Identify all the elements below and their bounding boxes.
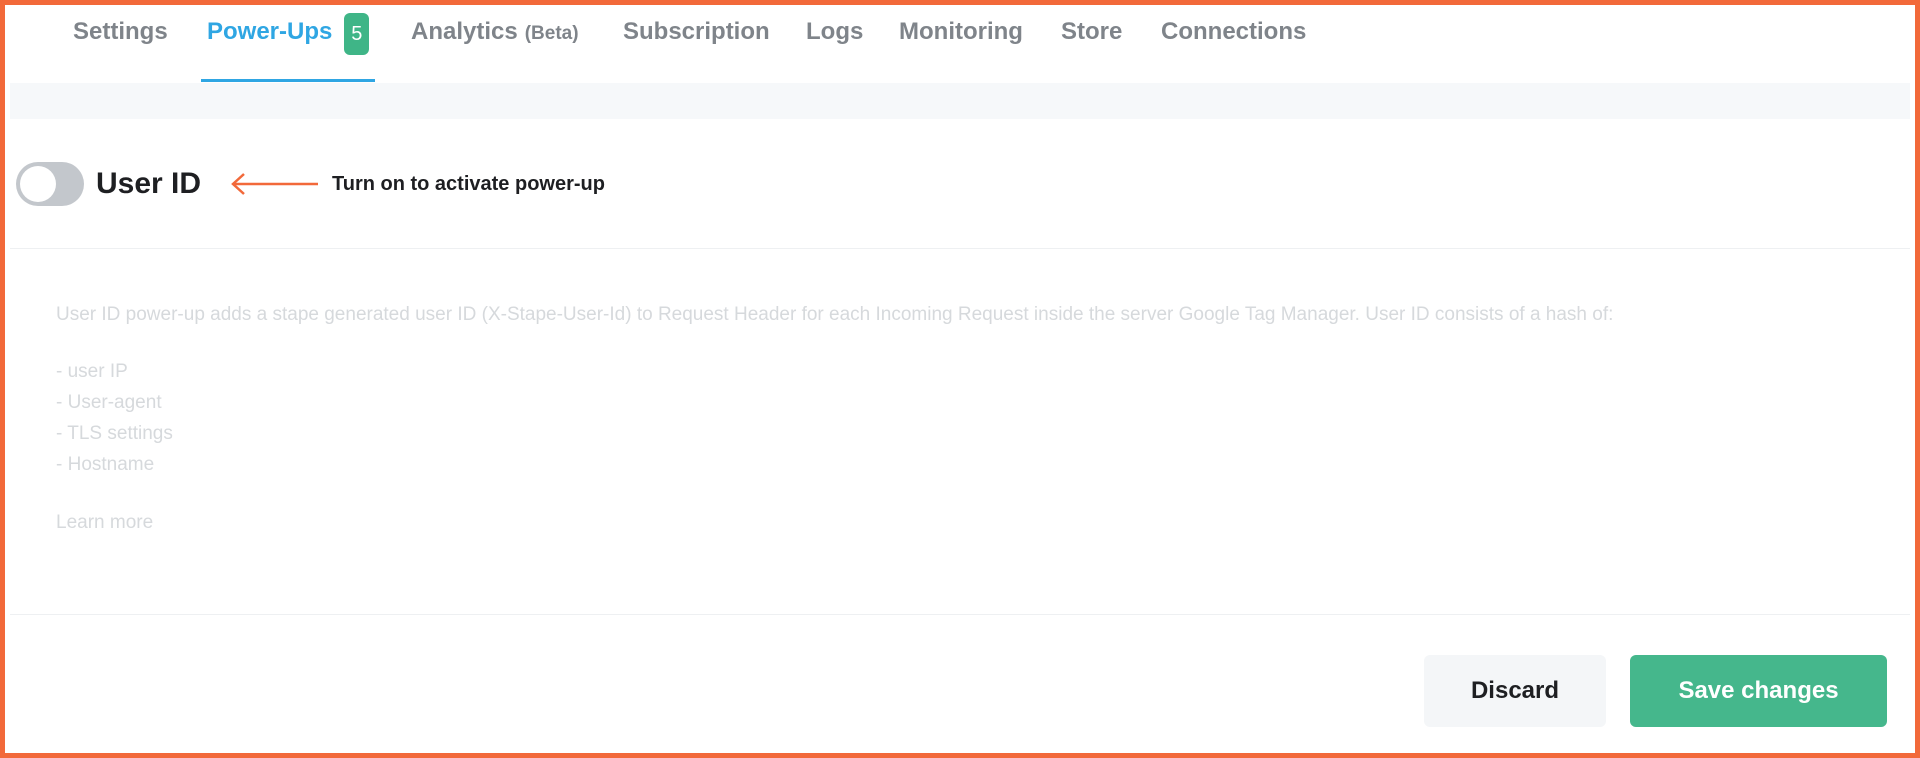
arrow-left-icon <box>231 173 318 195</box>
activation-hint: Turn on to activate power-up <box>332 173 605 195</box>
tab-settings-label: Settings <box>73 18 168 45</box>
discard-button[interactable]: Discard <box>1424 655 1606 727</box>
tab-logs[interactable]: Logs <box>806 5 863 82</box>
tab-analytics[interactable]: Analytics (Beta) <box>411 5 579 82</box>
tab-monitoring[interactable]: Monitoring <box>899 5 1023 82</box>
tab-analytics-beta-label: (Beta) <box>524 23 579 44</box>
list-item: - Hostname <box>56 454 155 475</box>
tab-subscription-label: Subscription <box>623 18 770 45</box>
tab-connections[interactable]: Connections <box>1161 5 1306 82</box>
list-item: - TLS settings <box>56 423 173 444</box>
power-up-title: User ID <box>96 167 202 200</box>
tab-logs-label: Logs <box>806 18 864 45</box>
list-item: - user IP <box>56 361 128 382</box>
tab-subscription[interactable]: Subscription <box>623 5 770 82</box>
tab-power-ups-label: Power-Ups <box>207 18 333 45</box>
learn-more-link[interactable]: Learn more <box>56 512 153 534</box>
app-frame: Settings Power-Ups 5 Analytics (Beta) Su… <box>0 0 1920 758</box>
toggle-knob <box>20 166 56 202</box>
tab-monitoring-label: Monitoring <box>899 18 1023 45</box>
tab-power-ups[interactable]: Power-Ups 5 <box>201 5 376 82</box>
tab-content-header-band <box>10 83 1910 119</box>
hash-components-list: - user IP - User-agent - TLS settings - … <box>56 356 173 480</box>
tab-analytics-label: Analytics <box>411 18 518 45</box>
section-divider-top <box>10 248 1910 249</box>
tab-connections-label: Connections <box>1161 18 1307 45</box>
power-up-description: User ID power-up adds a stape generated … <box>56 304 1614 325</box>
power-ups-count-badge: 5 <box>344 13 370 55</box>
list-item: - User-agent <box>56 392 162 413</box>
tab-store-label: Store <box>1061 18 1123 45</box>
section-divider-bottom <box>10 614 1910 615</box>
tab-settings[interactable]: Settings <box>73 5 168 82</box>
user-id-toggle[interactable] <box>16 162 84 206</box>
tab-store[interactable]: Store <box>1061 5 1122 82</box>
save-changes-button[interactable]: Save changes <box>1630 655 1887 727</box>
tab-bar: Settings Power-Ups 5 Analytics (Beta) Su… <box>10 5 1910 83</box>
